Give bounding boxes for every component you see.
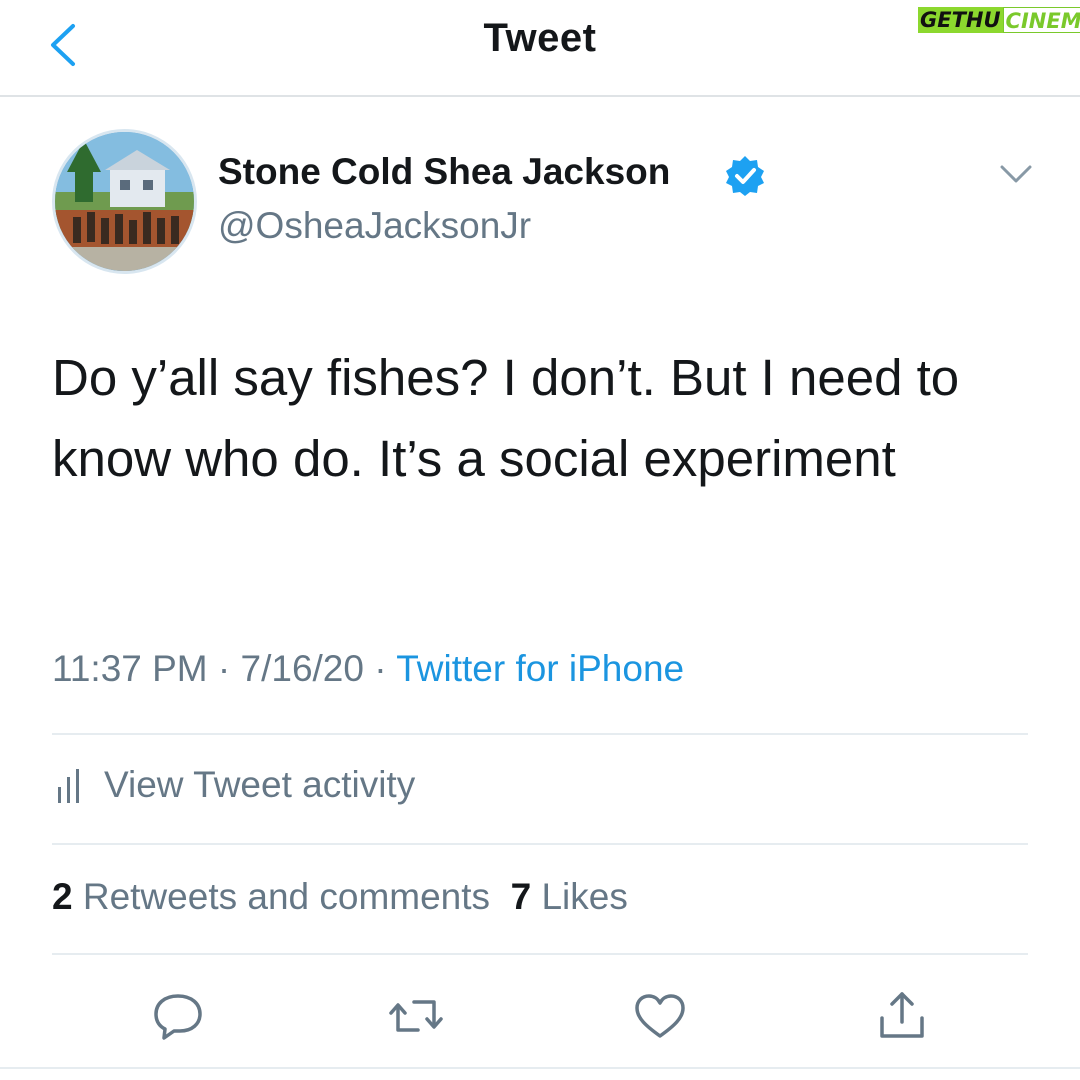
view-tweet-activity-button[interactable]: View Tweet activity [52,764,415,806]
display-name[interactable]: Stone Cold Shea Jackson [218,151,670,193]
verified-badge-icon [726,156,764,196]
bottom-divider [0,1067,1080,1069]
divider [52,843,1028,845]
reply-icon[interactable] [150,990,206,1042]
watermark-logo: GETHUCINEMA [918,5,1080,39]
avatar-image [55,132,194,271]
bar-chart-icon [58,769,79,803]
avatar[interactable] [52,129,197,274]
tweet-source-link[interactable]: Twitter for iPhone [396,648,684,689]
chevron-down-icon[interactable] [996,157,1036,191]
share-icon[interactable] [874,990,930,1042]
meta-separator: · [217,648,231,689]
retweet-icon[interactable] [388,990,444,1042]
like-heart-icon[interactable] [632,990,688,1042]
engagement-stats: 2 Retweets and comments 7 Likes [52,876,628,918]
retweets-count: 2 [52,876,73,917]
meta-separator: · [374,648,387,689]
user-handle[interactable]: @OsheaJacksonJr [218,205,531,247]
watermark-part1: GETHU [918,7,1003,33]
divider [52,953,1028,955]
likes-label[interactable]: Likes [541,876,627,917]
tweet-meta: 11:37 PM · 7/16/20 · Twitter for iPhone [52,648,684,690]
tweet-text: Do y’all say fishes? I don’t. But I need… [52,349,960,487]
view-tweet-activity-label: View Tweet activity [104,764,416,805]
likes-count: 7 [510,876,532,917]
tweet-date: 7/16/20 [240,648,364,689]
watermark-part2: CINEMA [1002,7,1080,33]
divider [52,733,1028,735]
retweets-label[interactable]: Retweets and comments [83,876,490,917]
tweet-time: 11:37 PM [52,648,208,689]
top-bar: Tweet GETHUCINEMA [0,0,1080,97]
